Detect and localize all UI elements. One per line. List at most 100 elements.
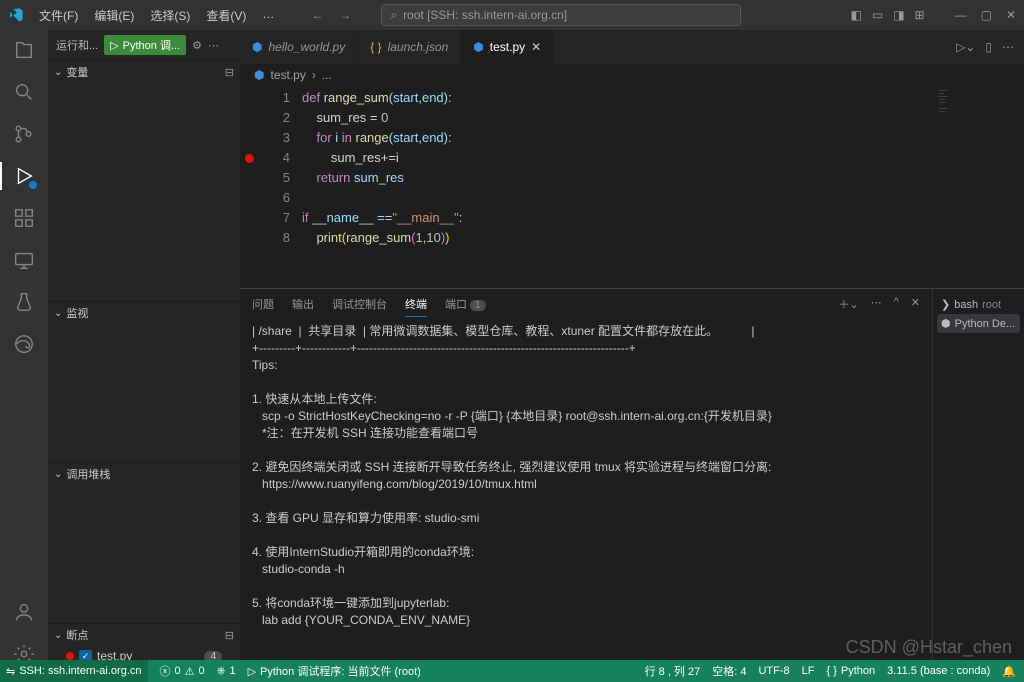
- warning-icon: ⚠: [185, 665, 195, 678]
- panel-tab-problems[interactable]: 问题: [252, 292, 274, 316]
- terminal-debug-icon: ⬢: [941, 317, 951, 330]
- run-debug-icon[interactable]: [12, 164, 36, 188]
- code-editor[interactable]: 12345678 def range_sum(start,end): sum_r…: [240, 86, 1024, 288]
- panel-maximize-icon[interactable]: ^: [894, 296, 899, 312]
- terminal-list: ❯bash root ⬢Python De...: [932, 289, 1024, 666]
- remote-explorer-icon[interactable]: [12, 248, 36, 272]
- terminal-content[interactable]: | /share | 共享目录 | 常用微调数据集、模型仓库、教程、xtuner…: [240, 319, 932, 666]
- start-debug-button[interactable]: ▷ Python 调...: [104, 35, 186, 55]
- terminal-item-bash[interactable]: ❯bash root: [937, 295, 1020, 314]
- account-icon[interactable]: [12, 600, 36, 624]
- section-callstack[interactable]: ⌄ 调用堆栈: [48, 463, 240, 485]
- status-language[interactable]: { }Python: [826, 665, 875, 677]
- status-debug-config[interactable]: ▷Python 调试程序: 当前文件 (root): [248, 663, 421, 679]
- status-indent[interactable]: 空格: 4: [712, 663, 746, 679]
- status-bar: ⇋SSH: ssh.intern-ai.org.cn ⓧ0⚠0 ⎈1 ▷Pyth…: [0, 660, 1024, 682]
- split-editor-icon[interactable]: ▯: [985, 40, 992, 54]
- menu-more[interactable]: …: [255, 3, 281, 28]
- chevron-down-icon: ⌄: [54, 308, 62, 319]
- chevron-down-icon: ⌄: [54, 630, 62, 641]
- tab-launch-json[interactable]: { } launch.json: [358, 30, 461, 64]
- breakpoint-dot-icon: [66, 652, 74, 660]
- run-file-icon[interactable]: ▷⌄: [956, 40, 975, 54]
- search-icon: ⌕: [390, 8, 397, 23]
- bottom-panel: 问题 输出 调试控制台 终端 端口1 ＋⌄ ⋯ ^ ✕ | /share | 共…: [240, 288, 1024, 666]
- line-numbers: 12345678: [258, 86, 302, 288]
- editor-tabs: ⬢hello_world.py { }launch.json ⬢test.py✕…: [240, 30, 1024, 64]
- tab-hello-world[interactable]: ⬢hello_world.py: [240, 30, 358, 64]
- layout-panel-icon[interactable]: ▭: [872, 8, 883, 22]
- breadcrumb-file: test.py: [270, 68, 305, 82]
- panel-close-icon[interactable]: ✕: [911, 296, 920, 312]
- close-icon[interactable]: ✕: [531, 40, 541, 54]
- panel-tab-terminal[interactable]: 终端: [405, 292, 427, 317]
- editor-group: ⬢hello_world.py { }launch.json ⬢test.py✕…: [240, 30, 1024, 666]
- breadcrumb[interactable]: ⬢ test.py › ...: [240, 64, 1024, 86]
- glyph-margin[interactable]: [240, 86, 258, 288]
- status-encoding[interactable]: UTF-8: [758, 665, 789, 677]
- menu-edit[interactable]: 编辑(E): [87, 3, 141, 28]
- chevron-right-icon: ›: [312, 68, 316, 82]
- status-problems[interactable]: ⓧ0⚠0: [160, 663, 205, 679]
- search-icon[interactable]: [12, 80, 36, 104]
- section-watch[interactable]: ⌄监视: [48, 302, 240, 324]
- tab-test-py[interactable]: ⬢test.py✕: [461, 30, 554, 64]
- window-minimize-icon[interactable]: —: [955, 8, 967, 22]
- debug-active-dot-icon: [28, 180, 38, 190]
- remote-icon: ⇋: [6, 665, 15, 678]
- python-file-icon: ⬢: [254, 68, 264, 82]
- status-eol[interactable]: LF: [802, 665, 815, 677]
- explorer-icon[interactable]: [12, 38, 36, 62]
- status-python-version[interactable]: 3.11.5 (base : conda): [887, 665, 990, 677]
- json-file-icon: { }: [370, 40, 381, 54]
- minimap[interactable]: ▬▬▬▬▬▬▬▬▬▬▬▬▬▬▬▬▬▬▬▬▬▬▬: [934, 86, 1024, 288]
- run-config-label: 运行和...: [56, 37, 98, 53]
- section-variables[interactable]: ⌄变量⊟: [48, 61, 240, 83]
- window-maximize-icon[interactable]: ▢: [981, 8, 992, 22]
- menu-view[interactable]: 查看(V): [199, 3, 253, 28]
- status-remote[interactable]: ⇋SSH: ssh.intern-ai.org.cn: [0, 660, 148, 682]
- debug-more-icon[interactable]: ⋯: [208, 39, 219, 52]
- section-label: 断点: [66, 627, 88, 643]
- chevron-down-icon: ⌄: [54, 469, 62, 480]
- status-ports[interactable]: ⎈1: [217, 665, 236, 678]
- panel-tab-ports[interactable]: 端口1: [445, 292, 486, 316]
- activity-bar: [0, 30, 48, 666]
- window-close-icon[interactable]: ✕: [1006, 8, 1016, 22]
- extensions-icon[interactable]: [12, 206, 36, 230]
- terminal-item-python[interactable]: ⬢Python De...: [937, 314, 1020, 333]
- tab-label: hello_world.py: [268, 40, 345, 54]
- editor-more-icon[interactable]: ⋯: [1002, 40, 1014, 54]
- bp-toolbar-icon[interactable]: ⊟: [225, 629, 234, 642]
- section-label: 变量: [66, 64, 88, 80]
- edge-icon[interactable]: [12, 332, 36, 356]
- new-terminal-icon[interactable]: ＋⌄: [838, 296, 858, 312]
- collapse-icon[interactable]: ⊟: [225, 66, 234, 79]
- code-content[interactable]: def range_sum(start,end): sum_res = 0 fo…: [302, 86, 934, 288]
- panel-more-icon[interactable]: ⋯: [871, 296, 882, 312]
- layout-grid-icon[interactable]: ⊞: [915, 8, 925, 22]
- breakpoint-glyph-icon[interactable]: [245, 154, 254, 163]
- menu-file[interactable]: 文件(F): [32, 3, 85, 28]
- python-file-icon: ⬢: [473, 40, 483, 54]
- status-cursor[interactable]: 行 8 , 列 27: [645, 663, 701, 679]
- section-label: 调用堆栈: [66, 466, 110, 482]
- panel-tab-debug-console[interactable]: 调试控制台: [332, 292, 387, 316]
- command-center[interactable]: ⌕ root [SSH: ssh.intern-ai.org.cn]: [381, 4, 741, 26]
- tab-label: launch.json: [388, 40, 449, 54]
- source-control-icon[interactable]: [12, 122, 36, 146]
- play-icon: ▷: [110, 39, 118, 52]
- nav-back-icon[interactable]: ←: [311, 8, 323, 22]
- section-breakpoints[interactable]: ⌄ 断点 ⊟: [48, 624, 240, 646]
- panel-tabs: 问题 输出 调试控制台 终端 端口1 ＋⌄ ⋯ ^ ✕: [240, 289, 932, 319]
- testing-icon[interactable]: [12, 290, 36, 314]
- layout-sidebar-icon[interactable]: ◨: [893, 8, 904, 22]
- layout-primary-icon[interactable]: ◧: [851, 8, 862, 22]
- debug-config-gear-icon[interactable]: ⚙: [192, 39, 202, 52]
- panel-tab-output[interactable]: 输出: [292, 292, 314, 316]
- menu-select[interactable]: 选择(S): [143, 3, 197, 28]
- terminal-bash-icon: ❯: [941, 298, 950, 311]
- debug-config-name: Python 调...: [123, 37, 180, 53]
- status-notifications-icon[interactable]: 🔔: [1002, 665, 1016, 678]
- nav-forward-icon[interactable]: →: [339, 8, 351, 22]
